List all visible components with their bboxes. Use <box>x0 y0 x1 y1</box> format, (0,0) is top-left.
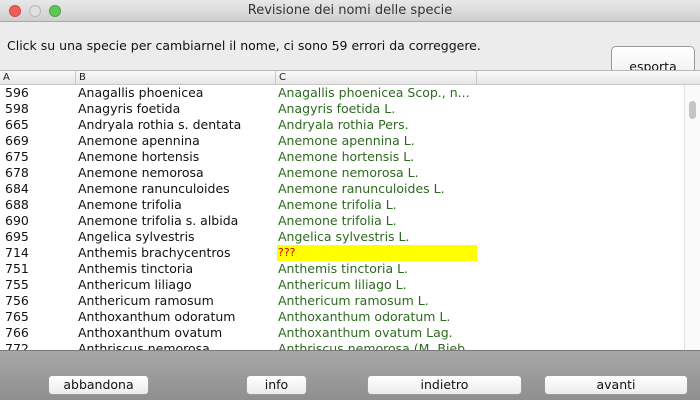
corrected-name-cell[interactable]: Anagyris foetida L. <box>277 101 477 117</box>
corrected-name-cell[interactable]: Andryala rothia Pers. <box>277 117 477 133</box>
original-name-cell[interactable]: Anthemis tinctoria <box>78 261 274 277</box>
original-name-cell[interactable]: Anemone trifolia <box>78 197 274 213</box>
species-id-cell[interactable]: 598 <box>5 101 75 117</box>
original-name-cell[interactable]: Anemone trifolia s. albida <box>78 213 274 229</box>
original-name-cell[interactable]: Anagyris foetida <box>78 101 274 117</box>
window-title: Revisione dei nomi delle specie <box>247 3 453 18</box>
species-id-cell[interactable]: 755 <box>5 277 75 293</box>
column-header-a[interactable]: A <box>0 71 76 84</box>
table-row[interactable]: 678 Anemone nemorosa Anemone nemorosa L. <box>0 165 684 181</box>
vertical-scrollbar[interactable] <box>684 85 700 350</box>
table-row[interactable]: 598 Anagyris foetida Anagyris foetida L. <box>0 101 684 117</box>
table-row[interactable]: 765 Anthoxanthum odoratum Anthoxanthum odo… <box>0 309 684 325</box>
species-id-cell[interactable]: 756 <box>5 293 75 309</box>
original-name-cell[interactable]: Anthemis brachycentros <box>78 245 274 261</box>
species-id-cell[interactable]: 714 <box>5 245 75 261</box>
corrected-name-cell[interactable]: Anemone trifolia L. <box>277 197 477 213</box>
corrected-name-cell[interactable]: Anthericum ramosum L. <box>277 293 477 309</box>
species-id-cell[interactable]: 751 <box>5 261 75 277</box>
original-name-cell[interactable]: Anthericum liliago <box>78 277 274 293</box>
corrected-name-cell[interactable]: Anemone ranunculoides L. <box>277 181 477 197</box>
info-button[interactable]: info <box>246 375 307 395</box>
table-body: 596 Anagallis phoenicea Anagallis phoenice… <box>0 85 684 350</box>
corrected-name-cell[interactable]: Anthoxanthum odoratum L. <box>277 309 477 325</box>
footer-toolbar: abbandona info indietro avanti <box>0 350 700 400</box>
species-id-cell[interactable]: 695 <box>5 229 75 245</box>
original-name-cell[interactable]: Anthoxanthum ovatum <box>78 325 274 341</box>
corrected-name-cell[interactable]: Anthericum liliago L. <box>277 277 477 293</box>
original-name-cell[interactable]: Anagallis phoenicea <box>78 85 274 101</box>
corrected-name-cell[interactable]: Anagallis phoenicea Scop., n... <box>277 85 477 101</box>
original-name-cell[interactable]: Angelica sylvestris <box>78 229 274 245</box>
table-row[interactable]: 690 Anemone trifolia s. albida Anemone tri… <box>0 213 684 229</box>
species-id-cell[interactable]: 772 <box>5 341 75 350</box>
species-id-cell[interactable]: 684 <box>5 181 75 197</box>
species-id-cell[interactable]: 669 <box>5 133 75 149</box>
original-name-cell[interactable]: Anthericum ramosum <box>78 293 274 309</box>
forward-button[interactable]: avanti <box>544 375 688 395</box>
species-table: A B C 596 Anagallis phoenicea Anagallis ph… <box>0 70 700 350</box>
table-row[interactable]: 755 Anthericum liliago Anthericum liliago … <box>0 277 684 293</box>
corrected-name-cell[interactable]: Anemone apennina L. <box>277 133 477 149</box>
back-button[interactable]: indietro <box>367 375 522 395</box>
instructions-text: Click su una specie per cambiarnel il no… <box>7 38 481 53</box>
corrected-name-cell[interactable]: Anthoxanthum ovatum Lag. <box>277 325 477 341</box>
corrected-name-cell[interactable]: Anemone hortensis L. <box>277 149 477 165</box>
table-row[interactable]: 766 Anthoxanthum ovatum Anthoxanthum ovatu… <box>0 325 684 341</box>
species-id-cell[interactable]: 766 <box>5 325 75 341</box>
header: Click su una specie per cambiarnel il no… <box>0 22 700 88</box>
original-name-cell[interactable]: Anemone hortensis <box>78 149 274 165</box>
table-row[interactable]: 684 Anemone ranunculoides Anemone ranuncul… <box>0 181 684 197</box>
species-id-cell[interactable]: 678 <box>5 165 75 181</box>
original-name-cell[interactable]: Andryala rothia s. dentata <box>78 117 274 133</box>
table-row[interactable]: 714 Anthemis brachycentros??? <box>0 245 684 261</box>
original-name-cell[interactable]: Anthoxanthum odoratum <box>78 309 274 325</box>
original-name-cell[interactable]: Anemone ranunculoides <box>78 181 274 197</box>
missing-name-cell[interactable]: ??? <box>277 245 477 261</box>
table-row[interactable]: 675 Anemone hortensis Anemone hortensis L. <box>0 149 684 165</box>
species-id-cell[interactable]: 690 <box>5 213 75 229</box>
table-row[interactable]: 596 Anagallis phoenicea Anagallis phoenice… <box>0 85 684 101</box>
table-row[interactable]: 695 Angelica sylvestris Angelica sylvestri… <box>0 229 684 245</box>
title-bar: Revisione dei nomi delle specie <box>0 0 700 22</box>
corrected-name-cell[interactable]: Angelica sylvestris L. <box>277 229 477 245</box>
table-row[interactable]: 756 Anthericum ramosum Anthericum ramosum … <box>0 293 684 309</box>
corrected-name-cell[interactable]: Anemone trifolia L. <box>277 213 477 229</box>
species-id-cell[interactable]: 596 <box>5 85 75 101</box>
species-id-cell[interactable]: 675 <box>5 149 75 165</box>
species-id-cell[interactable]: 688 <box>5 197 75 213</box>
original-name-cell[interactable]: Anemone nemorosa <box>78 165 274 181</box>
table-row[interactable]: 772 Anthriscus nemorosa Anthriscus nemoros… <box>0 341 684 350</box>
scrollbar-thumb[interactable] <box>689 101 696 119</box>
original-name-cell[interactable]: Anthriscus nemorosa <box>78 341 274 350</box>
column-header-c[interactable]: C <box>276 71 477 84</box>
corrected-name-cell[interactable]: Anthriscus nemorosa (M. Bieb... <box>277 341 477 350</box>
corrected-name-cell[interactable]: Anemone nemorosa L. <box>277 165 477 181</box>
table-row[interactable]: 665 Andryala rothia s. dentata Andryala ro… <box>0 117 684 133</box>
table-row[interactable]: 688 Anemone trifolia Anemone trifolia L. <box>0 197 684 213</box>
column-header-b[interactable]: B <box>76 71 276 84</box>
species-id-cell[interactable]: 765 <box>5 309 75 325</box>
original-name-cell[interactable]: Anemone apennina <box>78 133 274 149</box>
table-row[interactable]: 669 Anemone apennina Anemone apennina L. <box>0 133 684 149</box>
column-header-row: A B C <box>0 71 700 85</box>
corrected-name-cell[interactable]: Anthemis tinctoria L. <box>277 261 477 277</box>
abandon-button[interactable]: abbandona <box>48 375 149 395</box>
species-id-cell[interactable]: 665 <box>5 117 75 133</box>
table-row[interactable]: 751 Anthemis tinctoria Anthemis tinctoria … <box>0 261 684 277</box>
